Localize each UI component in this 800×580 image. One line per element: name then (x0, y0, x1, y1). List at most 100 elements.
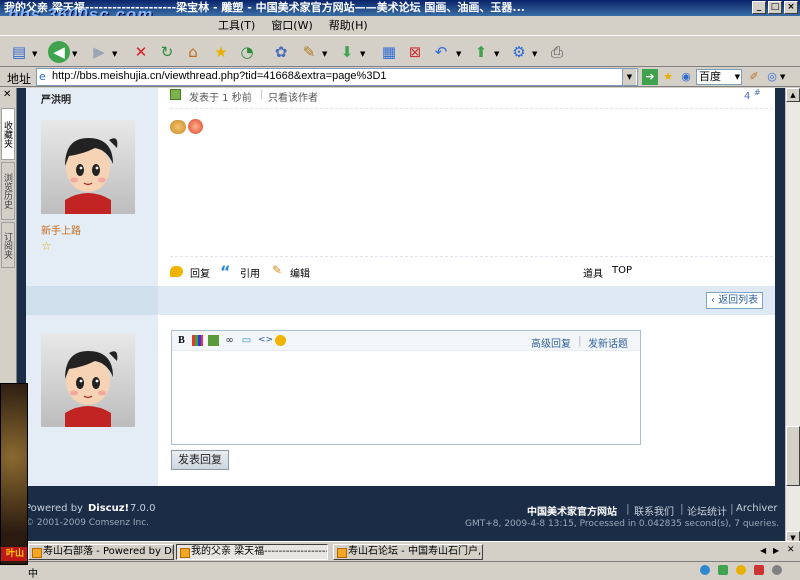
quote-icon[interactable]: “ (220, 262, 231, 281)
undo-dropdown-icon[interactable]: ▼ (456, 50, 461, 58)
discuz-version: 7.0.0 (130, 503, 156, 514)
tab-shoushan-forum[interactable]: 寿山石论坛 - 中国寿山石门户,... (333, 544, 483, 560)
back-to-list-button[interactable]: ‹ 返回列表 (706, 292, 763, 309)
avatar[interactable] (41, 120, 135, 214)
close-window-button[interactable]: × (784, 1, 798, 14)
post-author-name[interactable]: 严洪明 (41, 91, 71, 106)
new-page-dropdown-icon[interactable]: ▼ (32, 50, 37, 58)
thread-nav-band-left (26, 286, 158, 315)
post-floor-number[interactable]: 4 (744, 91, 750, 102)
scroll-up-icon[interactable]: ▲ (786, 88, 800, 102)
reply-link[interactable]: 回复 (190, 265, 210, 280)
upload-icon[interactable]: ⬆ (470, 41, 492, 63)
scroll-thumb[interactable] (786, 426, 800, 486)
site-home-link[interactable]: 中国美术家官方网站 (527, 503, 617, 518)
color-icon[interactable] (192, 335, 203, 346)
search-engine-select[interactable]: 百度 ▼ (696, 69, 742, 85)
sidebar-tab-favorites[interactable]: 收藏夹 (1, 108, 15, 160)
edit-icon[interactable]: ✎ (272, 263, 282, 277)
reply-icon[interactable] (170, 266, 183, 277)
home-icon[interactable]: ⌂ (182, 41, 204, 63)
undo-icon[interactable]: ↶ (430, 41, 452, 63)
tab-scroll-left-icon[interactable]: ◀ (760, 546, 766, 555)
page-content: 严洪明 新手上路 ☆ 发表于 1 秒前 | 只看该作者 4 # 回复 “ 引用 … (17, 88, 785, 546)
top-link[interactable]: TOP (612, 265, 632, 276)
refresh-icon[interactable]: ↻ (156, 41, 178, 63)
tab-close-icon[interactable]: ✕ (787, 545, 795, 555)
sidebar-tab-subscriptions[interactable]: 订阅夹 (1, 222, 15, 268)
favorites-icon[interactable]: ★ (210, 41, 232, 63)
popup-window[interactable]: 叶山 (0, 383, 28, 565)
image-icon[interactable] (208, 335, 219, 346)
search-icon[interactable]: ◉ (678, 69, 694, 85)
post-meta-divider: | (260, 89, 264, 100)
reply-avatar-image (65, 351, 118, 427)
avatar-image (65, 138, 118, 214)
security-icon (700, 565, 710, 575)
back-dropdown-icon[interactable]: ▼ (72, 50, 77, 58)
download-icon[interactable]: ⬇ (336, 41, 358, 63)
history-icon[interactable]: ◔ (236, 41, 258, 63)
quote-link[interactable]: 引用 (240, 265, 260, 280)
page-scrollbar[interactable]: ▲ ▼ (785, 88, 800, 546)
post-time: 发表于 1 秒前 (189, 93, 252, 104)
bold-icon[interactable]: B (176, 335, 187, 346)
quote-bubble-icon[interactable]: ▭ (241, 335, 252, 346)
sidebar-tab-history[interactable]: 浏览历史 (1, 162, 15, 220)
stop-icon[interactable]: ✕ (130, 41, 152, 63)
tab-my-father[interactable]: 我的父亲 梁天福----------------------- (176, 544, 328, 560)
code-icon[interactable]: <> (258, 335, 273, 346)
submit-reply-button[interactable]: 发表回复 (171, 450, 229, 470)
title-bar: 我的父亲 梁天福--------------------梁宝林 - 雕塑 - 中… (0, 0, 800, 16)
forward-icon[interactable]: ▶ (88, 41, 110, 63)
tab-scroll-right-icon[interactable]: ▶ (773, 546, 779, 555)
menu-help[interactable]: 帮助(H) (329, 17, 368, 33)
archiver-link[interactable]: Archiver (736, 503, 778, 514)
upload-dropdown-icon[interactable]: ▼ (494, 50, 499, 58)
new-topic-link[interactable]: 发新话题 (588, 335, 628, 350)
view-icon[interactable]: ▦ (378, 41, 400, 63)
tab-bar: 寿山石部落 - Powered by Disc... 我的父亲 梁天福-----… (0, 541, 800, 561)
add-favorite-icon[interactable]: ★ (660, 69, 676, 85)
menu-tools[interactable]: 工具(T) (218, 17, 255, 33)
network-dropdown-icon[interactable]: ▼ (532, 50, 537, 58)
minimize-button[interactable]: _ (752, 1, 766, 14)
maximize-button[interactable]: □ (768, 1, 782, 14)
rank-star-icon: ☆ (41, 239, 52, 253)
close-tab-icon[interactable]: ⊠ (404, 41, 426, 63)
go-icon[interactable]: ➔ (642, 69, 658, 85)
highlight-icon[interactable]: ✐ (746, 69, 762, 85)
options-dropdown-icon[interactable]: ▼ (780, 73, 785, 81)
print-icon[interactable]: ⎙ (546, 41, 568, 63)
settings-icon[interactable]: ✿ (270, 41, 292, 63)
discuz-link[interactable]: Discuz! (88, 503, 129, 514)
sidebar-close-icon[interactable]: ✕ (3, 89, 11, 100)
tools-dropdown-icon[interactable]: ▼ (322, 50, 327, 58)
network-icon[interactable]: ⚙ (508, 41, 530, 63)
new-page-icon[interactable]: ▤ (8, 41, 30, 63)
page-icon: e (39, 70, 46, 83)
post-author-panel: 严洪明 新手上路 ☆ (26, 88, 158, 286)
contact-link[interactable]: 联系我们 (634, 503, 674, 518)
stats-link[interactable]: 论坛统计 (687, 503, 727, 518)
forum-footer: Powered by Discuz! 7.0.0 © 2001-2009 Com… (17, 486, 785, 546)
link-icon[interactable]: ∞ (224, 335, 235, 346)
advanced-reply-link[interactable]: 高级回复 (531, 335, 571, 350)
address-dropdown-icon[interactable]: ▼ (622, 69, 636, 85)
tools-icon[interactable]: ✎ (298, 41, 320, 63)
forward-dropdown-icon[interactable]: ▼ (112, 50, 117, 58)
only-author-link[interactable]: 只看该作者 (268, 89, 318, 104)
menu-window[interactable]: 窗口(W) (271, 17, 312, 33)
tab-shoushan-tribe[interactable]: 寿山石部落 - Powered by Disc... (28, 544, 174, 560)
tools-link[interactable]: 道具 (583, 265, 603, 280)
reply-textarea[interactable] (172, 352, 640, 444)
privacy-icon (754, 565, 764, 575)
editor-link-divider: | (578, 334, 582, 347)
back-arrow-icon: ‹ (711, 295, 715, 306)
options-icon[interactable]: ◎ (764, 69, 780, 85)
edit-link[interactable]: 编辑 (290, 265, 310, 280)
download-dropdown-icon[interactable]: ▼ (360, 50, 365, 58)
back-icon[interactable]: ◀ (48, 41, 70, 63)
smiley-icon[interactable] (275, 335, 286, 346)
footer-divider: | (680, 502, 684, 515)
